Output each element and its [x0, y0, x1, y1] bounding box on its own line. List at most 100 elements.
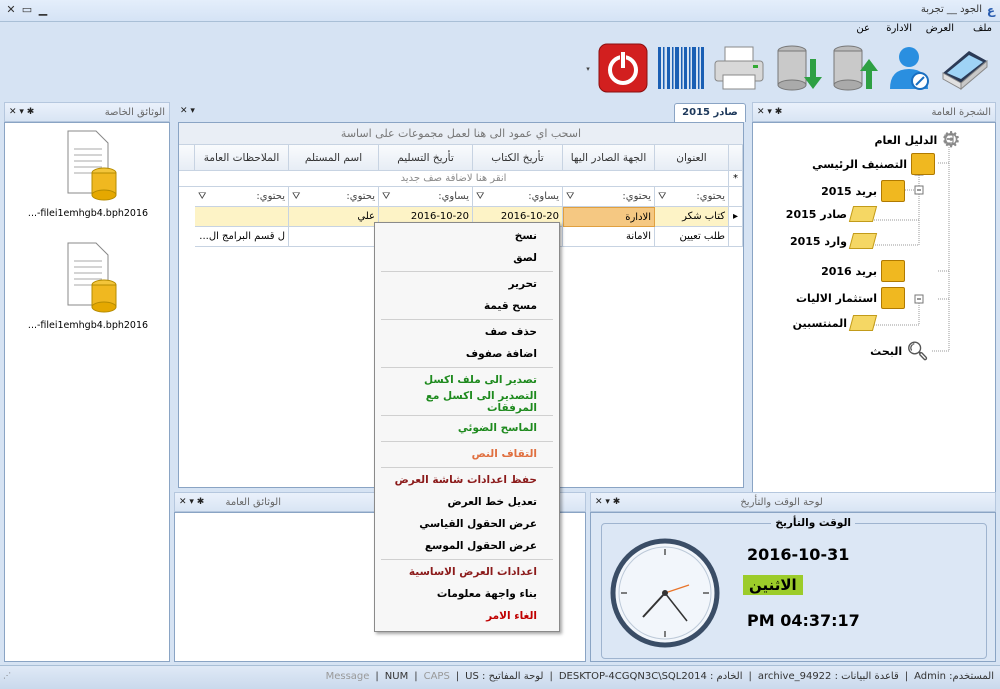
- context-menu-item[interactable]: اعدادات العرض الاساسية: [375, 562, 559, 582]
- filter-indicator[interactable]: [729, 187, 743, 207]
- menu-about[interactable]: عن: [856, 23, 870, 34]
- tree-item-mail-2016[interactable]: بريد 2016: [821, 260, 905, 282]
- column-filter[interactable]: يساوي: ⛛: [473, 187, 563, 207]
- maximize-window-icon[interactable]: ▭: [20, 3, 34, 17]
- tree-item-outgoing-2015[interactable]: صادر 2015: [786, 206, 878, 222]
- filter-icon[interactable]: ⛛: [382, 191, 390, 202]
- row-indicator[interactable]: ▸: [729, 207, 743, 227]
- tree-item-incoming-2015[interactable]: وارد 2015: [790, 233, 878, 249]
- table-cell[interactable]: طلب تعيين: [655, 227, 729, 247]
- barcode-icon[interactable]: [652, 40, 710, 96]
- private-docs-list: ...-filei1emhgb4.bph2016 ...-filei1emhgb…: [4, 122, 170, 662]
- filter-operator: يساوي:: [438, 191, 469, 202]
- filter-operator: يحتوي:: [622, 191, 651, 202]
- context-menu-item[interactable]: التصدير الى اكسل مع المرفقات: [375, 390, 559, 414]
- table-cell[interactable]: الادارة: [563, 207, 655, 227]
- table-cell[interactable]: [195, 207, 289, 227]
- tree-item-mail-2015[interactable]: بريد 2015: [821, 180, 905, 202]
- toolbar-grip[interactable]: ▾: [584, 40, 592, 98]
- private-docs-header: ✕ ▾ ✱ الوثائق الخاصة: [4, 102, 170, 122]
- table-cell[interactable]: الامانة: [563, 227, 655, 247]
- context-menu-item[interactable]: تصدير الى ملف اكسل: [375, 370, 559, 390]
- tab-controls[interactable]: ✕ ▾: [180, 106, 195, 116]
- tab-outgoing-2015[interactable]: صادر 2015: [674, 103, 746, 122]
- filter-icon[interactable]: ⛛: [476, 191, 484, 202]
- column-filter[interactable]: يحتوي: ⛛: [655, 187, 729, 207]
- column-filter[interactable]: يحتوي: ⛛: [195, 187, 289, 207]
- panel-controls[interactable]: ✕ ▾ ✱: [9, 107, 34, 117]
- tab-strip: ✕ ▾ صادر 2015: [174, 102, 748, 122]
- tree-item-members[interactable]: المنتسبين: [793, 315, 878, 331]
- printer-icon[interactable]: [710, 40, 768, 96]
- filter-icon[interactable]: ⛛: [566, 191, 574, 202]
- context-menu-item[interactable]: تعديل خط العرض: [375, 492, 559, 512]
- table-cell[interactable]: علي: [289, 207, 379, 227]
- context-menu-separator: [381, 271, 553, 272]
- panel-controls[interactable]: ✕ ▾ ✱: [179, 497, 204, 507]
- file-item[interactable]: ...-filei1emhgb4.bph2016: [5, 241, 171, 331]
- context-menu-item[interactable]: اضافة صفوف: [375, 344, 559, 364]
- resize-grip[interactable]: ⋰: [3, 671, 11, 680]
- context-menu-item[interactable]: عرض الحقول الموسع: [375, 536, 559, 556]
- context-menu-item[interactable]: تحرير: [375, 274, 559, 294]
- new-row-hint[interactable]: انقر هنا لاضافة صف جديد: [179, 171, 729, 187]
- database-download-icon[interactable]: [768, 40, 826, 96]
- tree-item-root[interactable]: ⚙ الدليل العام: [874, 128, 961, 153]
- new-row-indicator[interactable]: *: [729, 171, 743, 187]
- context-menu-item[interactable]: عرض الحقول القياسي: [375, 514, 559, 534]
- menu-view[interactable]: العرض: [926, 23, 954, 34]
- row-indicator-header[interactable]: [729, 145, 743, 171]
- magnifier-icon: 🔍︎: [906, 341, 929, 362]
- column-header-filler[interactable]: [179, 145, 195, 171]
- column-header[interactable]: اسم المستلم: [289, 145, 379, 171]
- context-menu-item[interactable]: لصق: [375, 248, 559, 268]
- status-caps: CAPS: [423, 671, 450, 682]
- row-indicator[interactable]: [729, 227, 743, 247]
- close-window-icon[interactable]: ✕: [4, 3, 18, 17]
- context-menu-item[interactable]: نسخ: [375, 226, 559, 246]
- filter-icon[interactable]: ⛛: [658, 191, 666, 202]
- filter-icon[interactable]: ⛛: [292, 191, 300, 202]
- scanner-icon[interactable]: [936, 40, 994, 96]
- context-menu-separator: [381, 367, 553, 368]
- panel-controls[interactable]: ✕ ▾ ✱: [595, 497, 620, 507]
- column-header[interactable]: الملاحظات العامة: [195, 145, 289, 171]
- group-panel[interactable]: اسحب اي عمود الى هنا لعمل مجموعات على اس…: [179, 123, 743, 145]
- file-item[interactable]: ...-filei1emhgb4.bph2016: [5, 129, 171, 219]
- private-docs-title: الوثائق الخاصة: [104, 106, 165, 118]
- context-menu-item[interactable]: حفظ اعدادات شاشة العرض: [375, 470, 559, 490]
- column-header[interactable]: الجهة الصادر اليها: [563, 145, 655, 171]
- column-filter[interactable]: يحتوي: ⛛: [563, 187, 655, 207]
- user-edit-icon[interactable]: [880, 40, 938, 96]
- tree-item-search[interactable]: 🔍︎ البحث: [870, 341, 929, 362]
- table-cell[interactable]: [289, 227, 379, 247]
- context-menu-item[interactable]: الماسح الضوئي: [375, 418, 559, 438]
- menu-file[interactable]: ملف: [973, 23, 992, 34]
- filter-icon[interactable]: ⛛: [198, 191, 206, 202]
- column-header[interactable]: تأريخ التسليم: [379, 145, 473, 171]
- minimize-window-icon[interactable]: ▁: [36, 3, 50, 17]
- tree-item-main-category[interactable]: التصنيف الرئيسي: [812, 153, 935, 175]
- menu-bar: ملف العرض الادارة عن: [0, 22, 1000, 38]
- context-menu-item[interactable]: مسح قيمة: [375, 296, 559, 316]
- context-menu-item[interactable]: التقاف النص: [375, 444, 559, 464]
- status-user: المستخدم: Admin: [914, 671, 994, 682]
- clock-panel-header: ✕ ▾ ✱ لوحة الوقت والتأريخ: [590, 492, 996, 512]
- chip-icon: [881, 260, 905, 282]
- power-icon[interactable]: [594, 40, 652, 96]
- clock-group-label: الوقت والتأريخ: [771, 517, 855, 529]
- context-menu-item[interactable]: الغاء الامر: [375, 606, 559, 626]
- database-upload-icon[interactable]: [824, 40, 882, 96]
- panel-controls[interactable]: ✕ ▾ ✱: [757, 107, 782, 117]
- table-cell[interactable]: ل قسم البرامج ال...: [195, 227, 289, 247]
- menu-admin[interactable]: الادارة: [886, 23, 912, 34]
- column-filter[interactable]: يحتوي: ⛛: [289, 187, 379, 207]
- context-menu-item[interactable]: حذف صف: [375, 322, 559, 342]
- column-header[interactable]: تأريخ الكتاب: [473, 145, 563, 171]
- column-header[interactable]: العنوان: [655, 145, 729, 171]
- table-cell[interactable]: كتاب شكر: [655, 207, 729, 227]
- context-menu-item[interactable]: بناء واجهة معلومات: [375, 584, 559, 604]
- toolbar: ▾: [584, 40, 996, 98]
- column-filter[interactable]: يساوي: ⛛: [379, 187, 473, 207]
- tree-item-machinery[interactable]: استثمار الاليات: [796, 287, 905, 309]
